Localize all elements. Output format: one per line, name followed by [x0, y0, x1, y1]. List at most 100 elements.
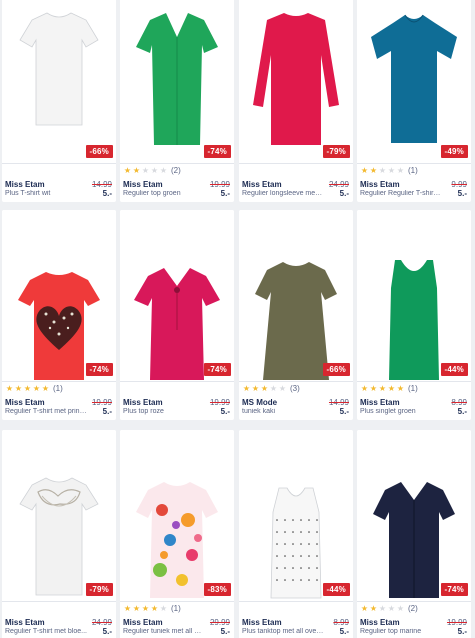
- product-card[interactable]: -74% ★ ★ ★ ★ ★ (2) Miss Etam 19.99 Regulier top g…: [120, 0, 234, 202]
- product-image[interactable]: -49%: [357, 0, 471, 162]
- discount-badge: -83%: [203, 583, 231, 596]
- divider: [239, 163, 353, 164]
- old-price: 19.99: [209, 180, 230, 189]
- product-image[interactable]: -74%: [120, 0, 234, 162]
- product-card[interactable]: -79% Miss Etam 24.99 Regulier T-shirt met b…: [2, 430, 116, 638]
- old-price: 19.99: [446, 618, 467, 627]
- star-icon: ★: [159, 604, 168, 613]
- divider: [239, 381, 353, 382]
- product-image[interactable]: -66%: [239, 210, 353, 380]
- product-description[interactable]: Regulier Regulier T-shirt bl...: [360, 190, 442, 197]
- review-count: (3): [290, 384, 300, 393]
- star-icon: ★: [369, 604, 378, 613]
- top-image: [134, 268, 220, 380]
- product-brand[interactable]: Miss Etam: [5, 180, 45, 189]
- star-icon: ★: [150, 166, 159, 175]
- divider: [2, 381, 116, 382]
- product-grid: -66% Miss Etam 14.99 Plus T-shirt wit 5.- -74…: [0, 0, 475, 638]
- product-description[interactable]: Plus singlet groen: [360, 408, 442, 415]
- product-brand[interactable]: MS Mode: [242, 398, 277, 407]
- top-image: [136, 13, 218, 145]
- product-description[interactable]: Regulier tuniek met all ov...: [123, 628, 205, 635]
- product-brand[interactable]: Miss Etam: [242, 618, 282, 627]
- star-icon: ★: [360, 604, 369, 613]
- divider: [120, 601, 234, 602]
- old-price: 9.99: [451, 180, 467, 189]
- tunic-image: [255, 262, 337, 380]
- rating-stars: ★ ★ ★ ★ ★ (1): [360, 384, 418, 394]
- product-brand[interactable]: Miss Etam: [360, 398, 400, 407]
- old-price: 19.99: [91, 398, 112, 407]
- product-image[interactable]: -74%: [2, 210, 116, 380]
- product-description[interactable]: Plus tanktop met all over p...: [242, 628, 324, 635]
- product-description[interactable]: Regulier top marine: [360, 628, 442, 635]
- product-brand[interactable]: Miss Etam: [5, 398, 45, 407]
- review-count: (1): [408, 384, 418, 393]
- product-card[interactable]: -74% Miss Etam 19.99 Plus top roze 5.-: [120, 210, 234, 420]
- star-icon: ★: [369, 166, 378, 175]
- product-description[interactable]: Regulier T-shirt met print r...: [5, 408, 87, 415]
- product-image[interactable]: -44%: [239, 430, 353, 600]
- old-price: 19.99: [209, 398, 230, 407]
- product-card[interactable]: -74% ★ ★ ★ ★ ★ (2) Miss Etam 19.99 Regulier top m…: [357, 430, 471, 638]
- star-icon: ★: [141, 604, 150, 613]
- star-icon: ★: [387, 384, 396, 393]
- product-card[interactable]: -74% ★ ★ ★ ★ ★ (1) Miss Etam 19.99 Regulier T-shi…: [2, 210, 116, 420]
- old-price: 14.99: [328, 398, 349, 407]
- divider: [357, 381, 471, 382]
- product-description[interactable]: Plus top roze: [123, 408, 205, 415]
- star-icon: ★: [396, 604, 405, 613]
- sale-price: 5.-: [457, 627, 467, 636]
- product-card[interactable]: -49% ★ ★ ★ ★ ★ (1) Miss Etam 9.99 Regulier Reguli…: [357, 0, 471, 202]
- product-description[interactable]: Plus T-shirt wit: [5, 190, 87, 197]
- divider: [2, 601, 116, 602]
- discount-badge: -44%: [322, 583, 350, 596]
- product-image[interactable]: -79%: [239, 0, 353, 162]
- discount-badge: -44%: [440, 363, 468, 376]
- product-description[interactable]: Regulier T-shirt met bloe...: [5, 628, 87, 635]
- divider: [120, 381, 234, 382]
- product-brand[interactable]: Miss Etam: [123, 618, 163, 627]
- star-icon: ★: [141, 166, 150, 175]
- product-card[interactable]: -44% Miss Etam 8.99 Plus tanktop met all ov…: [239, 430, 353, 638]
- product-brand[interactable]: Miss Etam: [123, 180, 163, 189]
- product-card[interactable]: -66% ★ ★ ★ ★ ★ (3) MS Mode 14.99 tuniek kaki 5.-: [239, 210, 353, 420]
- tshirt-image: [371, 14, 457, 143]
- product-card[interactable]: -79% Miss Etam 24.99 Regulier longsleeve me…: [239, 0, 353, 202]
- discount-badge: -66%: [85, 145, 113, 158]
- product-brand[interactable]: Miss Etam: [5, 618, 45, 627]
- product-card[interactable]: -66% Miss Etam 14.99 Plus T-shirt wit 5.-: [2, 0, 116, 202]
- star-icon: ★: [378, 384, 387, 393]
- product-description[interactable]: Regulier longsleeve met l...: [242, 190, 324, 197]
- product-brand[interactable]: Miss Etam: [123, 398, 163, 407]
- star-icon: ★: [251, 384, 260, 393]
- product-image[interactable]: -79%: [2, 430, 116, 600]
- star-icon: ★: [159, 166, 168, 175]
- old-price: 24.99: [328, 180, 349, 189]
- product-image[interactable]: -66%: [2, 0, 116, 162]
- old-price: 14.99: [91, 180, 112, 189]
- star-icon: ★: [269, 384, 278, 393]
- star-icon: ★: [5, 384, 14, 393]
- review-count: (1): [171, 604, 181, 613]
- product-brand[interactable]: Miss Etam: [242, 180, 282, 189]
- old-price: 29.99: [209, 618, 230, 627]
- product-image[interactable]: -74%: [357, 430, 471, 600]
- product-description[interactable]: Regulier top groen: [123, 190, 205, 197]
- product-card[interactable]: -44% ★ ★ ★ ★ ★ (1) Miss Etam 8.99 Plus singlet gr…: [357, 210, 471, 420]
- product-card[interactable]: -83% ★ ★ ★ ★ ★ (1) Miss Etam 29.99 Regulier tunie…: [120, 430, 234, 638]
- star-icon: ★: [123, 166, 132, 175]
- sale-price: 5.-: [457, 407, 467, 416]
- product-image[interactable]: -83%: [120, 430, 234, 600]
- sale-price: 5.-: [339, 189, 349, 198]
- product-image[interactable]: -74%: [120, 210, 234, 380]
- product-description[interactable]: tuniek kaki: [242, 408, 324, 415]
- discount-badge: -79%: [322, 145, 350, 158]
- product-brand[interactable]: Miss Etam: [360, 618, 400, 627]
- product-image[interactable]: -44%: [357, 210, 471, 380]
- longsleeve-image: [253, 13, 339, 145]
- discount-badge: -49%: [440, 145, 468, 158]
- star-icon: ★: [132, 166, 141, 175]
- product-brand[interactable]: Miss Etam: [360, 180, 400, 189]
- review-count: (1): [53, 384, 63, 393]
